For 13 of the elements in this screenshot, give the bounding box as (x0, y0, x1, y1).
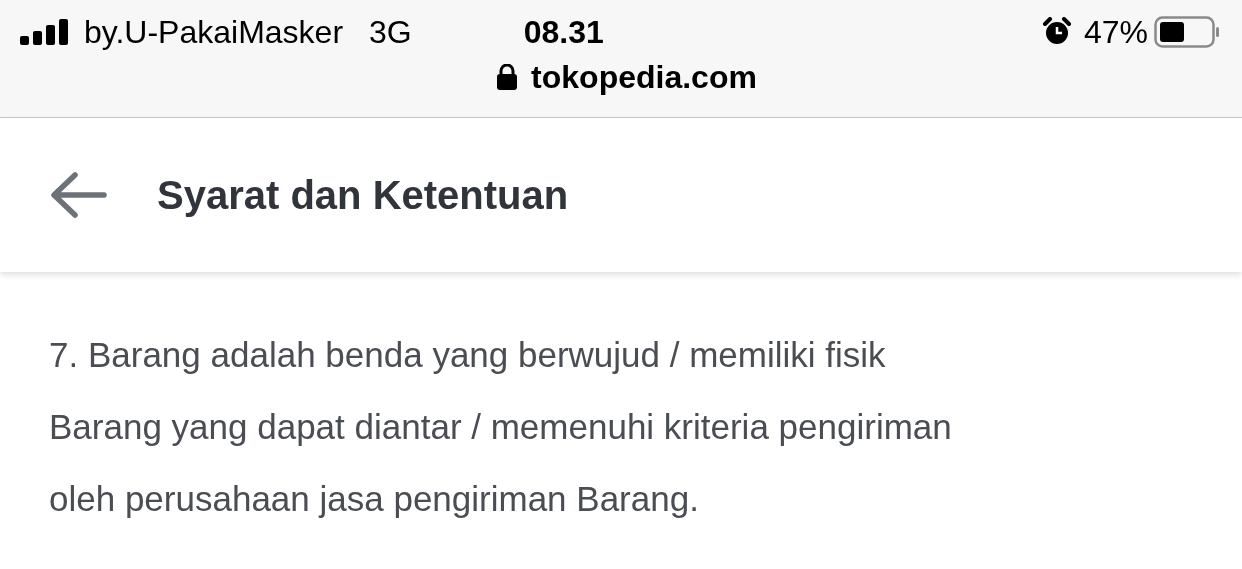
terms-text-line: 7. Barang adalah benda yang berwujud / memiliki fisik (49, 334, 887, 376)
lock-icon (497, 64, 518, 90)
network-type: 3G (369, 13, 412, 52)
battery-percent: 47% (1083, 13, 1148, 52)
alarm-icon (1041, 17, 1072, 47)
clock-time: 08.31 (523, 13, 604, 52)
terms-text-line: Barang yang dapat diantar / memenuhi kriteria pengiriman (49, 406, 953, 448)
page-title: Syarat dan Ketentuan (157, 172, 569, 219)
terms-text-line: oleh perusahaan jasa pengiriman Barang. (49, 478, 700, 520)
battery-icon (1154, 16, 1220, 48)
back-arrow-icon (49, 171, 107, 219)
carrier-name: by.U-PakaiMasker (84, 13, 344, 52)
page-url[interactable]: tokopedia.com (531, 53, 757, 101)
